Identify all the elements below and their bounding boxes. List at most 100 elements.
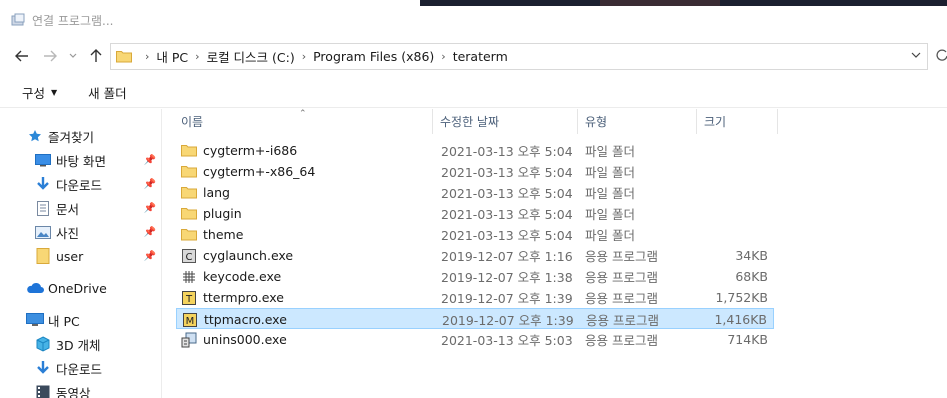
pin-icon[interactable]: 📌 [144, 154, 156, 166]
table-row-selected[interactable]: M ttpmacro.exe 2019-12-07 오후 1:39 응용 프로그… [176, 308, 774, 329]
file-date: 2019-12-07 오후 1:39 [442, 313, 574, 328]
pin-icon[interactable]: 📌 [144, 250, 156, 262]
folder-icon [116, 50, 132, 63]
file-name: cygterm+-x86_64 [203, 164, 316, 179]
pin-icon[interactable]: 📌 [144, 226, 156, 238]
download-icon [34, 360, 52, 376]
column-headers: 이름 수정한 날짜 유형 크기 [163, 109, 779, 134]
file-date: 2021-03-13 오후 5:04 [441, 228, 573, 243]
breadcrumb-separator-icon[interactable]: › [302, 50, 306, 63]
file-date: 2021-03-13 오후 5:04 [441, 207, 573, 222]
file-name: cygterm+-i686 [203, 143, 298, 158]
file-name: cyglaunch.exe [203, 248, 294, 263]
table-row[interactable]: cygterm+-x86_64 2021-03-13 오후 5:04 파일 폴더 [176, 161, 774, 182]
table-row[interactable]: theme 2021-03-13 오후 5:04 파일 폴더 [176, 224, 774, 245]
command-bar: 구성 ▼ 새 폴더 [0, 78, 947, 108]
file-type: 파일 폴더 [585, 144, 635, 159]
svg-text:T: T [185, 294, 193, 305]
sidebar-item-user[interactable]: user [34, 246, 83, 266]
file-type: 파일 폴더 [585, 207, 635, 222]
cyglaunch-exe-icon: C [181, 248, 197, 264]
breadcrumb-separator-icon[interactable]: › [195, 50, 199, 63]
folder-icon [181, 164, 197, 180]
sidebar-item-downloads-pc[interactable]: 다운로드 [34, 358, 102, 378]
file-size: 1,752KB [715, 290, 768, 305]
sidebar-item-label: 즐겨찾기 [48, 129, 95, 145]
file-type: 응용 프로그램 [585, 249, 658, 264]
sidebar-item-label: OneDrive [48, 280, 107, 296]
table-row[interactable]: C cyglaunch.exe 2019-12-07 오후 1:16 응용 프로… [176, 245, 774, 266]
table-row[interactable]: T ttermpro.exe 2019-12-07 오후 1:39 응용 프로그… [176, 287, 774, 308]
sidebar-item-onedrive[interactable]: OneDrive [26, 278, 107, 298]
breadcrumb-separator-icon[interactable]: › [441, 50, 445, 63]
address-bar[interactable]: › 내 PC › 로컬 디스크 (C:) › Program Files (x8… [110, 43, 928, 70]
column-header-type[interactable]: 유형 [579, 109, 697, 134]
sidebar-item-3d-objects[interactable]: 3D 개체 [34, 334, 101, 354]
computer-icon [26, 312, 44, 328]
file-name: ttermpro.exe [203, 290, 284, 305]
column-header-date[interactable]: 수정한 날짜 [434, 109, 578, 134]
document-icon [34, 200, 52, 216]
new-folder-button[interactable]: 새 폴더 [88, 83, 126, 102]
file-size: 1,416KB [714, 312, 767, 327]
table-row[interactable]: keycode.exe 2019-12-07 오후 1:38 응용 프로그램 6… [176, 266, 774, 287]
up-button[interactable] [86, 46, 106, 66]
new-folder-label: 새 폴더 [88, 86, 127, 101]
file-size: 34KB [735, 248, 768, 263]
refresh-icon[interactable] [936, 48, 947, 64]
breadcrumb-program-files[interactable]: Program Files (x86) [313, 49, 434, 64]
file-date: 2019-12-07 오후 1:38 [441, 270, 573, 285]
window-title: 연결 프로그램... [32, 13, 114, 28]
sidebar-item-desktop[interactable]: 바탕 화면 [34, 150, 106, 170]
file-name: lang [203, 185, 230, 200]
address-history-chevron-icon[interactable] [911, 49, 921, 62]
sidebar-item-label: 바탕 화면 [56, 153, 106, 169]
sidebar-item-videos[interactable]: 동영상 [34, 382, 91, 398]
sidebar-item-pictures[interactable]: 사진 [34, 222, 79, 242]
svg-text:M: M [186, 316, 195, 327]
cube-icon [34, 336, 52, 352]
pin-icon[interactable]: 📌 [144, 178, 156, 190]
file-type: 응용 프로그램 [585, 333, 658, 348]
back-button[interactable] [12, 46, 32, 66]
file-date: 2021-03-13 오후 5:04 [441, 144, 573, 159]
folder-icon [34, 248, 52, 264]
desktop-icon [34, 152, 52, 168]
arrow-right-icon [44, 50, 57, 62]
sidebar-item-documents[interactable]: 문서 [34, 198, 79, 218]
pictures-icon [34, 224, 52, 240]
column-header-size[interactable]: 크기 [698, 109, 778, 134]
breadcrumb-local-disk[interactable]: 로컬 디스크 (C:) [207, 47, 295, 66]
file-date: 2019-12-07 오후 1:16 [441, 249, 573, 264]
pin-icon[interactable]: 📌 [144, 202, 156, 214]
breadcrumb-separator-icon[interactable]: › [145, 50, 149, 63]
sidebar-item-quick-access[interactable]: 즐겨찾기 [26, 126, 94, 146]
arrow-left-icon [15, 50, 28, 62]
table-row[interactable]: plugin 2021-03-13 오후 5:04 파일 폴더 [176, 203, 774, 224]
download-icon [34, 176, 52, 192]
file-type: 파일 폴더 [585, 165, 635, 180]
star-icon [26, 128, 44, 144]
sidebar-item-label: user [56, 248, 84, 264]
breadcrumb-this-pc[interactable]: 내 PC [156, 47, 188, 66]
organize-button[interactable]: 구성 ▼ [22, 83, 57, 102]
address-row: › 내 PC › 로컬 디스크 (C:) › Program Files (x8… [0, 40, 947, 72]
file-date: 2021-03-13 오후 5:03 [441, 333, 573, 348]
recent-locations-button[interactable] [66, 46, 80, 66]
file-name: unins000.exe [203, 332, 287, 347]
breadcrumb-teraterm[interactable]: teraterm [453, 49, 508, 64]
table-row[interactable]: lang 2021-03-13 오후 5:04 파일 폴더 [176, 182, 774, 203]
sidebar-item-label: 동영상 [56, 385, 91, 398]
file-name: plugin [203, 206, 242, 221]
file-size: 68KB [735, 269, 768, 284]
sidebar-item-downloads[interactable]: 다운로드 [34, 174, 102, 194]
svg-text:C: C [186, 252, 193, 263]
forward-button[interactable] [40, 46, 60, 66]
column-header-name[interactable]: 이름 [175, 109, 433, 134]
file-date: 2021-03-13 오후 5:04 [441, 165, 573, 180]
file-name: theme [203, 227, 244, 242]
table-row[interactable]: cygterm+-i686 2021-03-13 오후 5:04 파일 폴더 [176, 140, 774, 161]
table-row[interactable]: unins000.exe 2021-03-13 오후 5:03 응용 프로그램 … [176, 329, 774, 350]
folder-icon [181, 185, 197, 201]
sidebar-item-this-pc[interactable]: 내 PC [26, 310, 80, 330]
